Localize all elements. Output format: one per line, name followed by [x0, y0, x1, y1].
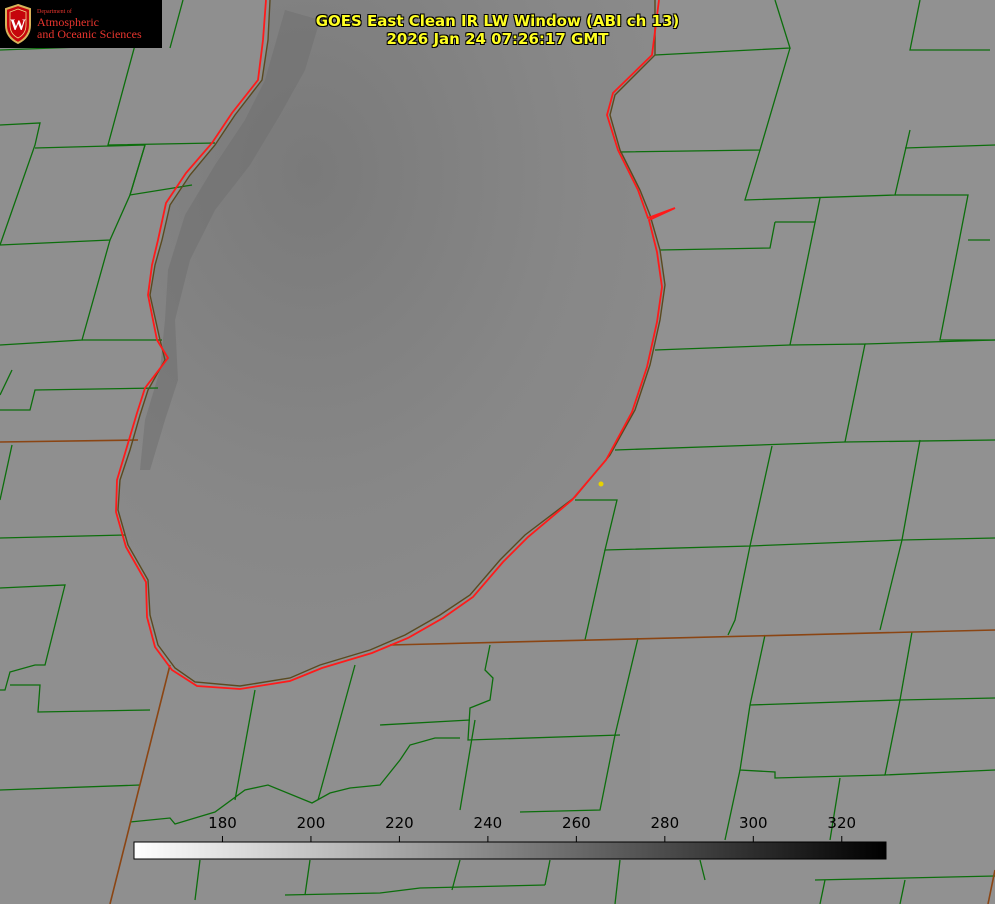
satellite-map [0, 0, 995, 904]
title-timestamp: 2026 Jan 24 07:26:17 GMT [386, 30, 609, 48]
colorbar-tick-label: 320 [827, 814, 857, 832]
colorbar-tick-label: 220 [385, 814, 414, 832]
colorbar-tick-label: 180 [208, 814, 237, 832]
colorbar-tick-label: 260 [562, 814, 591, 832]
colorbar-tick-label: 200 [296, 814, 326, 832]
title-product: GOES East Clean IR LW Window (ABI ch 13) [315, 12, 680, 30]
image-title: GOES East Clean IR LW Window (ABI ch 13)… [0, 12, 995, 48]
colorbar [133, 841, 887, 860]
land-shade-east [650, 0, 995, 904]
colorbar-tick-label: 280 [650, 814, 680, 832]
colorbar-tick-label: 240 [473, 814, 503, 832]
station-marker [598, 481, 604, 487]
colorbar-tick-label: 300 [738, 814, 768, 832]
